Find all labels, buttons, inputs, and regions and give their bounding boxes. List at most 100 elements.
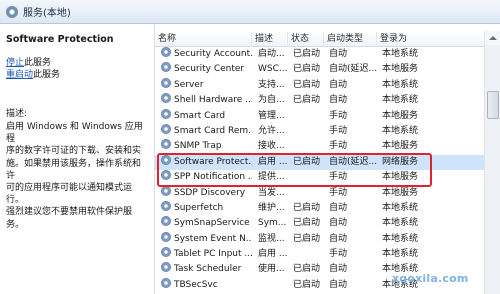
service-description-cell: 为自... [258, 95, 285, 106]
stop-service-link[interactable]: 停止 [6, 57, 24, 69]
service-status-cell [291, 124, 327, 139]
service-description-cell: 接收... [258, 141, 285, 152]
stop-service-line: 停止此服务 [6, 57, 148, 69]
scroll-up-arrow-icon[interactable] [485, 31, 500, 45]
service-startup-type-cell: 手动 [329, 110, 348, 121]
service-status-cell: 已启动 [293, 264, 321, 275]
service-name-cell: Smart Card Rem... [159, 123, 252, 139]
service-startup-type-cell: 手动 [329, 125, 348, 136]
service-description-cell [256, 278, 290, 293]
service-description-cell: 提供... [258, 172, 285, 183]
service-logon-cell: 本地系统 [382, 79, 419, 90]
service-name-cell: Task Scheduler [159, 262, 252, 277]
service-startup-type-cell: 手动 [329, 187, 348, 198]
service-logon-cell: 本地服务 [382, 110, 419, 121]
service-gear-icon [161, 262, 171, 273]
service-startup-type-cell: 自动 [329, 264, 348, 275]
service-logon-cell: 本地服务 [382, 187, 419, 198]
service-gear-icon [161, 216, 171, 227]
service-description-cell: 监视... [258, 233, 285, 244]
service-startup-type-cell: 手动 [329, 249, 348, 260]
service-name-cell: Superfetch [159, 200, 252, 216]
service-startup-type-cell: 自动 [329, 95, 348, 106]
service-name-cell: System Event N... [159, 231, 252, 247]
table-row[interactable]: SSDP Discovery 当发... 手动 本地服务 [155, 185, 500, 201]
service-description-cell: 允许... [258, 125, 285, 136]
title-bar: 服务(本地) [0, 0, 500, 24]
service-description-cell: 启用 ... [258, 249, 288, 260]
table-row[interactable]: Smart Card Rem... 允许... 手动 本地系统 [155, 123, 500, 139]
service-gear-icon [161, 185, 171, 196]
service-startup-type-cell: 自动(延迟... [329, 64, 378, 75]
service-name-cell: SSDP Discovery [159, 185, 252, 201]
table-row[interactable]: Smart Card 管理... 手动 本地服务 [155, 108, 500, 124]
service-gear-icon [161, 170, 171, 181]
service-status-cell: 已启动 [293, 64, 321, 75]
description-line: 可的应用程序可能以通知模式运行。 [6, 183, 133, 206]
service-description-cell: WSC... [258, 64, 288, 75]
column-header-logon-as[interactable]: 登录为 [377, 32, 485, 47]
column-header-startup-type[interactable]: 启动类型 [324, 32, 377, 47]
service-name-label: Superfetch [174, 202, 224, 213]
stop-service-suffix: 此服务 [24, 58, 52, 68]
description-pane: Software Protection 停止此服务 重启动此服务 描述: 启用 … [0, 24, 155, 294]
table-row[interactable]: SymSnapService Sym... 已启动 自动 本地系统 [155, 216, 500, 231]
service-status-cell: 已启动 [293, 79, 321, 90]
services-table: 名称 描述 状态 启动类型 登录为 Security Account... 启动.… [155, 24, 500, 294]
service-name-cell: Security Account... [159, 47, 252, 62]
table-row[interactable]: SPP Notification ... 提供... 手动 本地服务 [155, 170, 500, 185]
table-row[interactable]: Shell Hardware ... 为自... 已启动 自动 本地系统 [155, 93, 500, 108]
service-description-cell: 使用... [258, 264, 285, 275]
table-row[interactable]: Superfetch 维护... 已启动 自动 本地系统 [155, 200, 500, 216]
service-description-cell: 维护... [258, 202, 285, 213]
service-name-cell: Server [159, 77, 252, 93]
description-label: 描述: [6, 109, 28, 119]
description-line: 启用 Windows 和 Windows 应用程 [6, 122, 143, 145]
services-gear-icon [6, 5, 18, 18]
table-row[interactable]: System Event N... 监视... 已启动 自动 本地系统 [155, 231, 500, 247]
service-logon-cell: 本地系统 [382, 202, 419, 213]
column-header-description[interactable]: 描述 [252, 32, 288, 47]
selected-service-name: Software Protection [6, 34, 114, 45]
service-name-label: Smart Card [174, 110, 226, 121]
service-status-cell: 已启动 [293, 49, 321, 59]
service-name-cell: Smart Card [159, 108, 252, 124]
column-header-name[interactable]: 名称 [155, 32, 252, 47]
column-header-status[interactable]: 状态 [288, 32, 324, 47]
service-gear-icon [161, 277, 171, 288]
service-name-label: TBSecSvc [174, 279, 218, 290]
service-name-cell: TBSecSvc [159, 277, 252, 293]
service-gear-icon [161, 123, 171, 134]
service-status-cell [291, 139, 327, 154]
restart-service-line: 重启动此服务 [6, 69, 148, 81]
table-row[interactable]: Software Protect... 启用 ... 已启动 自动(延迟... 网络服务 [155, 154, 500, 171]
service-logon-cell: 本地服务 [382, 64, 419, 75]
service-name-label: Smart Card Rem... [174, 125, 252, 136]
restart-service-link[interactable]: 重启动 [6, 69, 33, 81]
sort-ascending-icon [160, 33, 166, 36]
service-logon-cell: 本地服务 [382, 141, 419, 152]
table-row[interactable]: SNMP Trap 接收... 手动 本地服务 [155, 139, 500, 154]
service-gear-icon [161, 108, 171, 119]
service-startup-type-cell: 自动 [329, 218, 348, 229]
table-body: Security Account... 启动... 已启动 自动 本地系统 Securit… [155, 47, 500, 293]
service-startup-type-cell: 自动(延迟... [329, 156, 378, 167]
service-status-cell: 已启动 [293, 218, 321, 229]
service-description-cell: 支持... [258, 79, 285, 90]
table-row[interactable]: Security Account... 启动... 已启动 自动 本地系统 [155, 47, 500, 62]
scroll-thumb[interactable] [487, 91, 499, 119]
service-name-label: SymSnapService [174, 218, 250, 229]
service-gear-icon [161, 247, 171, 258]
service-startup-type-cell: 自动 [329, 49, 348, 59]
service-description-cell: 当发... [258, 187, 285, 198]
table-row[interactable]: Tablet PC Input ... 启用 ... 手动 本地系统 [155, 247, 500, 262]
service-name-cell: Security Center [159, 62, 252, 77]
table-row[interactable]: Security Center WSC... 已启动 自动(延迟... 本地服务 [155, 62, 500, 77]
service-startup-type-cell: 自动 [329, 233, 348, 244]
service-status-cell: 已启动 [293, 156, 321, 167]
service-logon-cell: 本地系统 [382, 233, 419, 244]
table-row[interactable]: Server 支持... 已启动 自动 本地系统 [155, 77, 500, 93]
description-line: 强烈建议您不要禁用软件保护服务。 [6, 207, 133, 230]
service-name-cell: SymSnapService [159, 216, 252, 231]
vertical-scrollbar[interactable] [484, 31, 500, 294]
